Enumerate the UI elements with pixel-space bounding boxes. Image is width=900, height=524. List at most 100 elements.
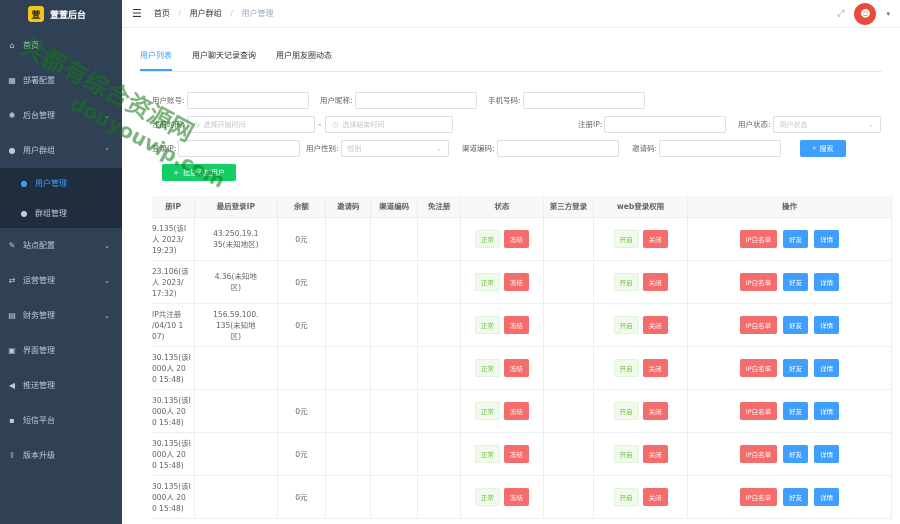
status-freeze-button[interactable]: 冻结: [503, 230, 529, 248]
sidebar-item[interactable]: ⇪ 版本升级: [0, 438, 122, 473]
detail-button[interactable]: 详情: [814, 316, 840, 334]
chevron-icon: ⌄: [104, 111, 110, 120]
start-date-input[interactable]: ◷ 选择开始时间: [186, 116, 315, 133]
ip-whitelist-button[interactable]: IP白名单: [739, 273, 778, 291]
sidebar-item[interactable]: ● 用户管理: [0, 168, 122, 198]
status-freeze-button[interactable]: 冻结: [503, 402, 529, 420]
friend-button[interactable]: 好友: [783, 359, 809, 377]
caret-down-icon[interactable]: ▾: [886, 10, 890, 18]
status-freeze-button[interactable]: 冻结: [503, 359, 529, 377]
sidebar-item[interactable]: ⇄ 运营管理 ⌄: [0, 263, 122, 298]
tab-user-list[interactable]: 用户列表: [140, 50, 172, 71]
status-normal-button[interactable]: 正常: [474, 230, 500, 248]
fullscreen-icon[interactable]: ⤢: [837, 9, 844, 19]
search-button[interactable]: ⌕ 搜索: [800, 140, 846, 157]
friend-button[interactable]: 好友: [783, 316, 809, 334]
sidebar-item[interactable]: ● 用户群组 ⌃: [0, 133, 122, 168]
web-off-button[interactable]: 关闭: [642, 359, 668, 377]
chevron-icon: ⌄: [104, 241, 110, 250]
ip-whitelist-button[interactable]: IP白名单: [739, 316, 778, 334]
table-cell: [195, 433, 278, 475]
web-on-button[interactable]: 开启: [613, 273, 639, 291]
status-normal-button[interactable]: 正常: [474, 488, 500, 506]
detail-button[interactable]: 详情: [814, 359, 840, 377]
ip-whitelist-button[interactable]: IP白名单: [739, 359, 778, 377]
web-off-button[interactable]: 关闭: [642, 230, 668, 248]
table-cell: [278, 347, 327, 389]
breadcrumb-item[interactable]: 用户群组: [190, 9, 222, 18]
last-ip-line: 35(未知地区): [213, 240, 259, 249]
status-select[interactable]: 用户状态 ⌄: [772, 116, 881, 133]
invite-input[interactable]: [659, 140, 782, 157]
web-off-button[interactable]: 关闭: [642, 445, 668, 463]
sidebar-item[interactable]: ⌂ 首页: [0, 28, 122, 63]
app-logo[interactable]: 萱 萱萱后台: [0, 0, 122, 28]
sidebar-item[interactable]: ✎ 站点配置 ⌄: [0, 228, 122, 263]
reg-ip-input[interactable]: [604, 116, 727, 133]
account-input[interactable]: [186, 92, 309, 109]
detail-button[interactable]: 详情: [814, 273, 840, 291]
detail-button[interactable]: 详情: [814, 402, 840, 420]
login-ip-input[interactable]: [178, 140, 301, 157]
web-off-button[interactable]: 关闭: [642, 402, 668, 420]
friend-button[interactable]: 好友: [783, 230, 809, 248]
breadcrumb-item[interactable]: 首页: [154, 9, 170, 18]
friend-button[interactable]: 好友: [783, 273, 809, 291]
web-on-button[interactable]: 开启: [613, 488, 639, 506]
status-normal-button[interactable]: 正常: [474, 273, 500, 291]
phone-input[interactable]: [522, 92, 645, 109]
sidebar-item-icon: ●: [20, 208, 28, 218]
sidebar-item[interactable]: ✺ 后台管理 ⌄: [0, 98, 122, 133]
friend-button[interactable]: 好友: [783, 445, 809, 463]
tab-chat-records[interactable]: 用户聊天记录查询: [192, 50, 256, 71]
status-normal-button[interactable]: 正常: [474, 445, 500, 463]
sidebar-item[interactable]: ▦ 部署配置: [0, 63, 122, 98]
status-normal-button[interactable]: 正常: [474, 359, 500, 377]
web-on-button[interactable]: 开启: [613, 230, 639, 248]
status-freeze-button[interactable]: 冻结: [503, 316, 529, 334]
web-on-button[interactable]: 开启: [613, 316, 639, 334]
web-off-button[interactable]: 关闭: [642, 273, 668, 291]
breadcrumb-separator: /: [178, 9, 182, 18]
sidebar-item[interactable]: ▪ 短信平台: [0, 403, 122, 438]
web-on-button[interactable]: 开启: [613, 402, 639, 420]
web-on-button[interactable]: 开启: [613, 359, 639, 377]
column-header: 免注册: [418, 196, 462, 217]
status-normal-button[interactable]: 正常: [474, 402, 500, 420]
batch-add-button[interactable]: + 批量添加用户: [162, 164, 236, 181]
ip-whitelist-button[interactable]: IP白名单: [739, 230, 778, 248]
table-cell: [544, 390, 595, 432]
detail-button[interactable]: 详情: [814, 488, 840, 506]
table-cell: [371, 304, 419, 346]
avatar[interactable]: ☻: [854, 3, 877, 25]
sidebar-item[interactable]: ▤ 财务管理 ⌄: [0, 298, 122, 333]
gender-select[interactable]: 性别 ⌄: [340, 140, 449, 157]
sidebar-item[interactable]: ◀ 推送管理: [0, 368, 122, 403]
ip-whitelist-button[interactable]: IP白名单: [739, 402, 778, 420]
search-icon: ⌕: [812, 144, 817, 152]
detail-button[interactable]: 详情: [814, 230, 840, 248]
web-on-button[interactable]: 开启: [613, 445, 639, 463]
tab-moments[interactable]: 用户朋友圈动态: [276, 50, 332, 71]
end-date-input[interactable]: ◷ 选择结束时间: [325, 116, 454, 133]
nickname-input[interactable]: [354, 92, 477, 109]
ip-whitelist-button[interactable]: IP白名单: [739, 445, 778, 463]
status-normal-button[interactable]: 正常: [474, 316, 500, 334]
ip-whitelist-button[interactable]: IP白名单: [739, 488, 778, 506]
status-freeze-button[interactable]: 冻结: [503, 445, 529, 463]
table-row: 30.135(该I 000人 20 0 15:48) 0元 正常 冻结 开启 关闭 IP白名单好…: [152, 390, 892, 433]
detail-button[interactable]: 详情: [814, 445, 840, 463]
web-off-button[interactable]: 关闭: [642, 316, 668, 334]
friend-button[interactable]: 好友: [783, 402, 809, 420]
hamburger-icon[interactable]: ☰: [132, 7, 142, 20]
sidebar-item[interactable]: ▣ 界面管理: [0, 333, 122, 368]
status-freeze-button[interactable]: 冻结: [503, 488, 529, 506]
channel-input[interactable]: [496, 140, 619, 157]
table-cell: IP白名单 好友 详情: [688, 218, 892, 260]
status-freeze-button[interactable]: 冻结: [503, 273, 529, 291]
friend-button[interactable]: 好友: [783, 488, 809, 506]
table-cell: 30.135(该I 000人 20 0 15:48): [152, 476, 196, 518]
tab-bar: 用户列表 用户聊天记录查询 用户朋友圈动态: [140, 50, 882, 72]
sidebar-item[interactable]: ● 群组管理: [0, 198, 122, 228]
web-off-button[interactable]: 关闭: [642, 488, 668, 506]
